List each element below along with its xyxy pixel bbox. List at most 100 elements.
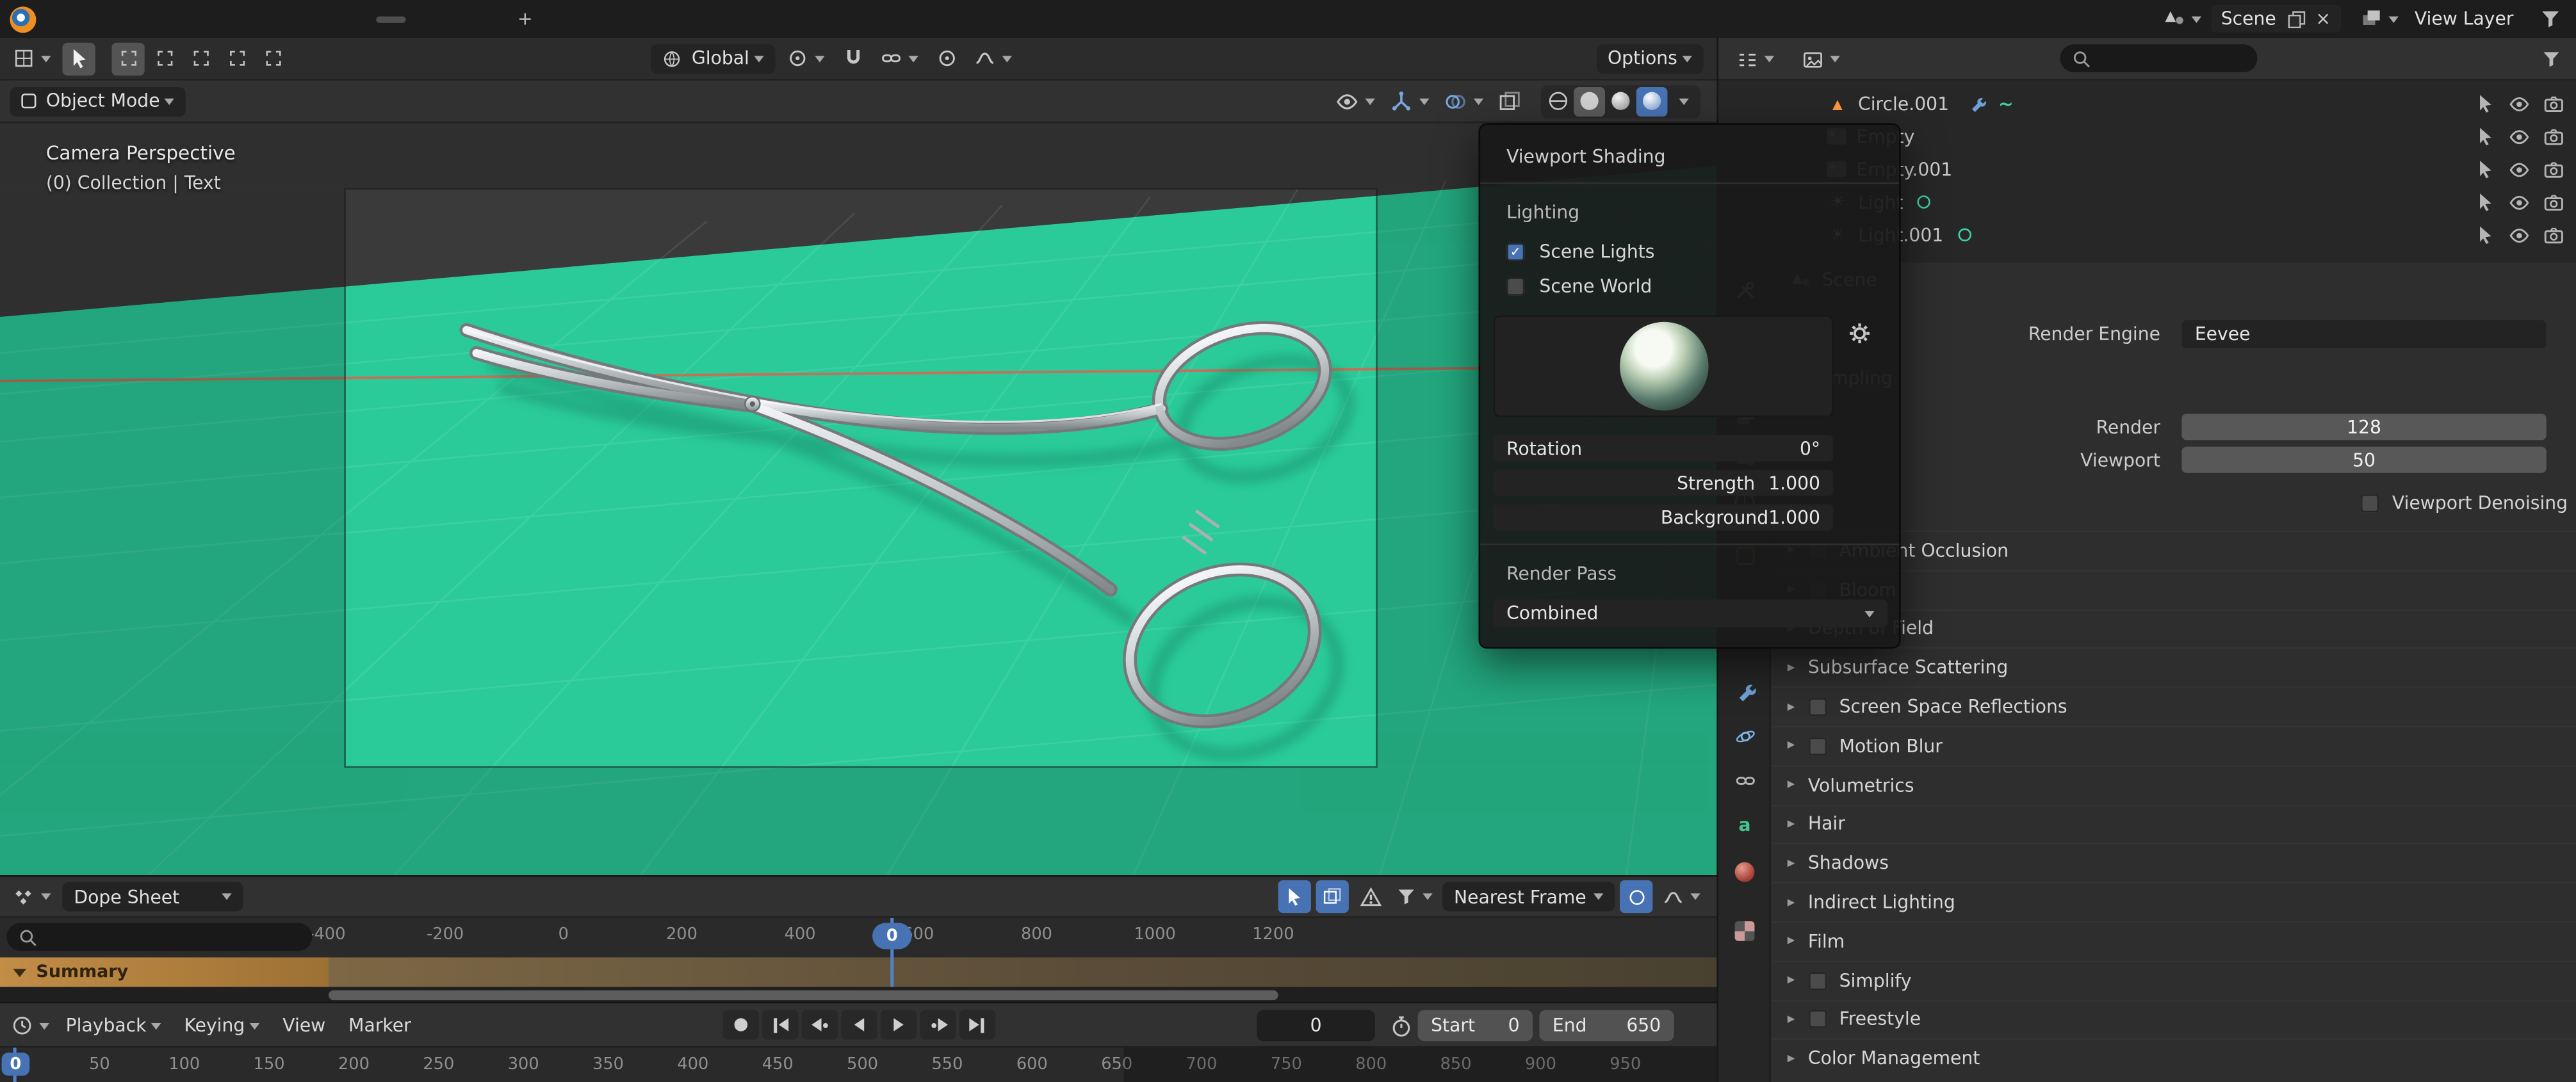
only-errors-toggle[interactable] (1354, 880, 1387, 913)
disable-in-render-icon[interactable] (2543, 159, 2564, 180)
tab-modifiers-icon[interactable] (1732, 678, 1758, 704)
preview-range-button[interactable] (1385, 1010, 1417, 1042)
properties-panel-header[interactable]: ▸ Shadows (1771, 843, 2576, 882)
tab-object-data-icon[interactable]: a (1732, 811, 1758, 837)
select-invert-button[interactable] (220, 42, 253, 74)
filter-dropdown[interactable] (1392, 880, 1438, 913)
viewport-samples-field[interactable]: 50 (2181, 447, 2546, 473)
panel-checkbox[interactable] (1808, 1011, 1826, 1029)
hide-in-viewport-icon[interactable] (2509, 159, 2530, 180)
workspace-tab[interactable] (343, 15, 373, 22)
scene-name-field[interactable]: Scene × (2211, 5, 2340, 33)
rotation-field[interactable]: Rotation 0° (1494, 435, 1834, 462)
outliner-filter-icon[interactable] (2535, 43, 2568, 76)
options-dropdown[interactable]: Options (1596, 44, 1704, 73)
active-tool-button[interactable] (62, 42, 95, 74)
visibility-dropdown[interactable] (1331, 85, 1380, 117)
current-frame-badge[interactable]: 0 (2, 1053, 30, 1076)
display-mode-dropdown[interactable] (1797, 43, 1845, 76)
duplicate-scene-icon[interactable] (2286, 9, 2306, 29)
outliner-search-input[interactable] (2060, 44, 2258, 72)
channel-search-input[interactable] (6, 923, 312, 951)
select-intersect-button[interactable] (256, 42, 289, 74)
properties-panel-header[interactable]: ▸ Simplify (1771, 960, 2576, 999)
proportional-falloff-dropdown[interactable] (1658, 880, 1705, 913)
render-samples-field[interactable]: 128 (2181, 414, 2546, 440)
timeline-menu-item[interactable]: Marker (337, 1006, 422, 1044)
auto-keying-button[interactable] (723, 1010, 759, 1039)
workspace-tab[interactable] (277, 15, 307, 22)
scene-lights-checkbox[interactable] (1506, 243, 1524, 261)
tab-physics-icon[interactable] (1732, 723, 1758, 749)
timeline-menu-item[interactable]: Keying (173, 1006, 272, 1044)
next-keyframe-button[interactable] (920, 1010, 956, 1039)
dope-sheet-ruler[interactable]: -800-600-400-200020040060080010001200 0 (0, 918, 1716, 958)
timeline-menu-item[interactable]: View (271, 1006, 337, 1044)
properties-panel-header[interactable]: ▸ Subsurface Scattering (1771, 648, 2576, 687)
workspace-tab[interactable] (212, 15, 241, 22)
workspace-tab[interactable] (409, 15, 439, 22)
pivot-point-dropdown[interactable] (782, 42, 829, 74)
play-button[interactable] (881, 1010, 917, 1039)
strength-slider[interactable]: Strength 1.000 (1494, 470, 1834, 496)
disable-in-render-icon[interactable] (2543, 191, 2564, 213)
editor-type-button[interactable] (1732, 43, 1779, 76)
selectable-toggle-icon[interactable] (2475, 225, 2495, 245)
workspace-tab[interactable] (245, 15, 274, 22)
blender-logo-icon[interactable] (10, 6, 36, 32)
render-engine-dropdown[interactable]: Eevee (2181, 319, 2546, 348)
summary-channel-row[interactable]: Summary (0, 957, 1716, 987)
editor-type-button[interactable] (8, 42, 56, 74)
only-selected-filter-toggle[interactable] (1278, 880, 1311, 913)
tab-constraints-icon[interactable] (1732, 767, 1758, 793)
proportional-falloff-dropdown[interactable] (970, 42, 1017, 74)
gear-icon[interactable] (1848, 322, 1871, 345)
start-frame-field[interactable]: Start0 (1418, 1010, 1533, 1041)
workspace-tab[interactable] (475, 15, 504, 22)
workspace-tab[interactable] (442, 15, 471, 22)
scene-icon[interactable] (2158, 3, 2206, 35)
disable-in-render-icon[interactable] (2543, 125, 2564, 147)
properties-panel-header[interactable]: ▸ Hair (1771, 804, 2576, 843)
outliner-row[interactable]: Circle.001 ~ (1718, 87, 2576, 120)
panel-checkbox[interactable] (1808, 737, 1826, 755)
view-layer-icon[interactable] (2355, 3, 2402, 35)
snap-settings-dropdown[interactable] (876, 42, 923, 74)
properties-panel-header[interactable]: ▸ Film (1771, 921, 2576, 960)
delete-scene-icon[interactable]: × (2315, 10, 2331, 28)
mode-dropdown[interactable]: Object Mode (10, 86, 186, 116)
background-slider[interactable]: Background 1.000 (1494, 504, 1834, 530)
prev-keyframe-button[interactable] (802, 1010, 838, 1039)
properties-panel-header[interactable]: ▸ Color Management (1771, 1038, 2576, 1078)
selectable-toggle-icon[interactable] (2475, 192, 2495, 212)
jump-to-start-button[interactable] (762, 1010, 798, 1039)
panel-checkbox[interactable] (1808, 698, 1826, 716)
properties-panel-header[interactable]: ▸ Freestyle (1771, 999, 2576, 1038)
proportional-editing-toggle[interactable] (930, 42, 963, 74)
add-workspace-button[interactable]: + (506, 8, 544, 29)
summary-keyframe-track[interactable] (329, 957, 1716, 987)
workspace-tab[interactable] (376, 15, 405, 22)
current-frame-field[interactable]: 0 (1257, 1010, 1375, 1041)
select-set-button[interactable] (111, 42, 144, 74)
properties-panel-header[interactable]: ▸ Motion Blur (1771, 726, 2576, 765)
tab-texture-icon[interactable] (1732, 918, 1758, 944)
dope-sheet-mode-dropdown[interactable]: Dope Sheet (62, 882, 243, 911)
summary-channel-name[interactable]: Summary (0, 957, 329, 987)
gizmos-dropdown[interactable] (1385, 85, 1434, 117)
properties-panel-header[interactable]: ▸ Screen Space Reflections (1771, 687, 2576, 726)
snap-toggle[interactable] (836, 42, 869, 74)
properties-panel-header[interactable]: ▸ Indirect Lighting (1771, 882, 2576, 921)
properties-panel-header[interactable]: ▸ Volumetrics (1771, 765, 2576, 804)
hide-in-viewport-icon[interactable] (2509, 125, 2530, 147)
selectable-toggle-icon[interactable] (2475, 93, 2495, 113)
scrollbar-thumb[interactable] (329, 990, 1278, 1000)
hide-in-viewport-icon[interactable] (2509, 224, 2530, 245)
view-layer-filter-icon[interactable] (2533, 3, 2566, 35)
snap-mode-dropdown[interactable]: Nearest Frame (1442, 882, 1615, 911)
proportional-editing-toggle[interactable] (1620, 880, 1652, 913)
viewport-denoising-checkbox[interactable] (2361, 494, 2379, 512)
panel-checkbox[interactable] (1808, 972, 1826, 990)
transform-orientation-dropdown[interactable]: Global (651, 44, 776, 73)
play-reverse-button[interactable] (841, 1010, 877, 1039)
